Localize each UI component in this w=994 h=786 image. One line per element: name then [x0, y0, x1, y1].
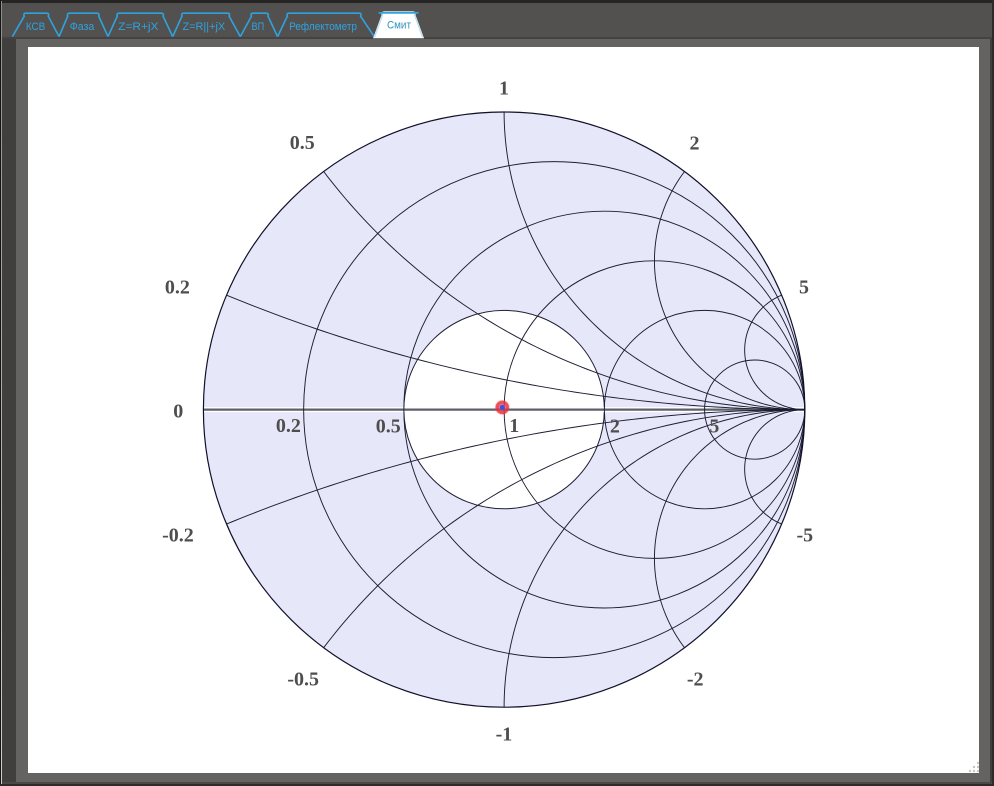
- svg-text:-5: -5: [796, 524, 813, 546]
- svg-text:1: 1: [499, 78, 509, 100]
- svg-text:Z=R+jX: Z=R+jX: [118, 21, 159, 33]
- svg-text:-0.5: -0.5: [287, 669, 319, 691]
- svg-text:Рефлектометр: Рефлектометр: [289, 21, 357, 33]
- svg-text:0.2: 0.2: [165, 277, 190, 299]
- svg-text:0.5: 0.5: [376, 416, 401, 438]
- svg-text:1: 1: [509, 415, 519, 437]
- svg-text:Фаза: Фаза: [70, 21, 95, 33]
- svg-text:-2: -2: [687, 669, 704, 691]
- svg-text:5: 5: [709, 415, 719, 437]
- svg-text:2: 2: [610, 415, 620, 437]
- svg-text:5: 5: [799, 277, 809, 299]
- svg-text:Z=R||+jX: Z=R||+jX: [183, 21, 226, 33]
- svg-text:0.5: 0.5: [290, 132, 315, 154]
- svg-text:-0.2: -0.2: [162, 525, 194, 547]
- svg-text:0: 0: [173, 401, 183, 423]
- svg-text:КСВ: КСВ: [26, 21, 45, 33]
- svg-text:0.2: 0.2: [276, 415, 301, 437]
- svg-text:ВП: ВП: [252, 21, 265, 33]
- svg-text:-1: -1: [496, 723, 513, 745]
- svg-text:Смит: Смит: [387, 19, 411, 31]
- svg-text:2: 2: [690, 132, 700, 154]
